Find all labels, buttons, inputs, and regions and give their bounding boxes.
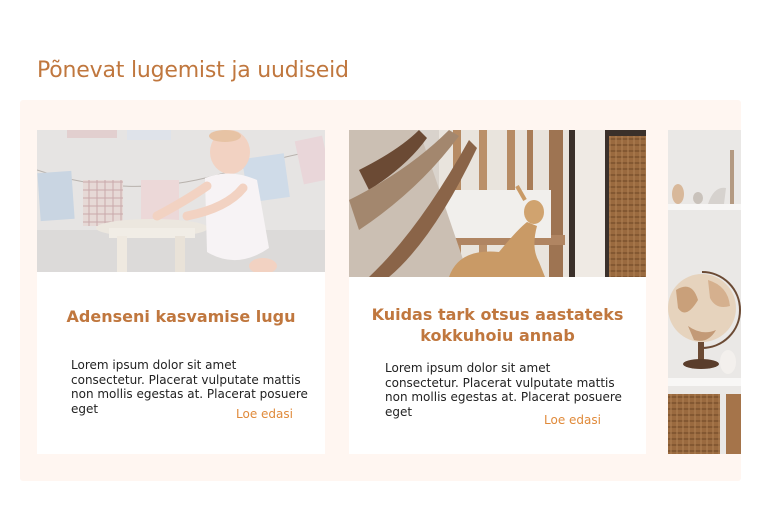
read-more-link[interactable]: Loe edasi: [236, 407, 293, 421]
article-card[interactable]: Kuidas tark otsus aastateks kokkuhoiu an…: [349, 130, 646, 454]
article-title[interactable]: Kuidas tark otsus aastateks kokkuhoiu an…: [349, 304, 646, 346]
crib-photo[interactable]: [349, 130, 646, 277]
nursery-shelf-photo[interactable]: [668, 130, 741, 454]
article-excerpt: Lorem ipsum dolor sit amet consectetur. …: [385, 361, 622, 419]
article-card[interactable]: Adenseni kasvamise lugu Lorem ipsum dolo…: [37, 130, 325, 454]
page-title: Põnevat lugemist ja uudiseid: [37, 58, 349, 83]
baby-photo[interactable]: [37, 130, 325, 272]
article-title[interactable]: Adenseni kasvamise lugu: [37, 306, 325, 327]
read-more-link[interactable]: Loe edasi: [544, 413, 601, 427]
article-card[interactable]: [668, 130, 741, 454]
